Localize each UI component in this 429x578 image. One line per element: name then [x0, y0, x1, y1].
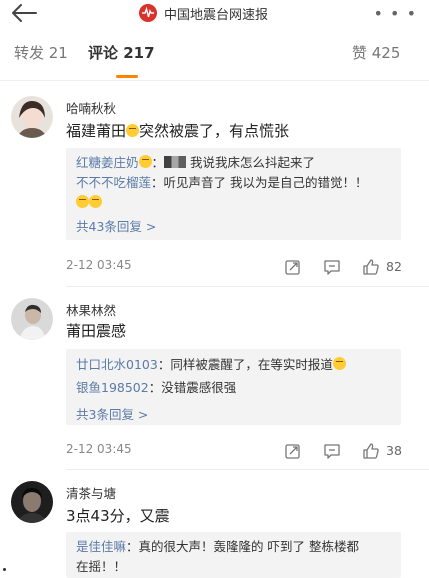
- reply-author[interactable]: 红糖姜庄奶: [76, 155, 139, 170]
- reply-text: 我说我床怎么抖起来了: [190, 155, 316, 170]
- comment-time: 2-12 03:45: [66, 258, 132, 272]
- emoji-icon: [76, 195, 89, 208]
- reply-text: ：真的很大声！轰隆隆的 吓到了 整栋楼都: [126, 539, 359, 554]
- more-replies-link[interactable]: 共43条回复 >: [76, 216, 156, 235]
- emoji-icon: [332, 357, 346, 370]
- page-title: 中国地震台网速报: [164, 7, 269, 23]
- replies-box[interactable]: 红糖姜庄奶： 我说我床怎么抖起来了 不不不吃榴莲：听见声音了 我以为是自己的错觉…: [66, 148, 401, 240]
- tab-bar: 转发 21 评论 217 赞 425: [0, 42, 429, 78]
- comment-meta: 2-12 03:45 38: [66, 442, 406, 462]
- tab-comments[interactable]: 评论 217: [88, 42, 155, 63]
- comment-author[interactable]: 哈喃秋秋: [66, 98, 116, 117]
- comment-text: 福建莆田 突然被震了，有点慌张: [66, 122, 290, 140]
- reply-author[interactable]: 廿口北水0103: [76, 357, 158, 372]
- emoji-icon: [89, 195, 102, 208]
- comment-meta: 2-12 03:45 82: [66, 258, 406, 278]
- comment-author[interactable]: 清茶与塘: [66, 483, 116, 502]
- comment-text: 3点43分，又震: [66, 507, 170, 525]
- reply-author[interactable]: 是佳佳嘛: [76, 539, 126, 554]
- tab-likes[interactable]: 赞 425: [352, 42, 400, 63]
- reply-author[interactable]: 银鱼198502: [76, 380, 149, 395]
- like-count: 82: [386, 259, 402, 274]
- arrow-left-icon[interactable]: [10, 2, 38, 24]
- thumbs-up-icon[interactable]: [362, 258, 380, 276]
- emoji-icon: [126, 124, 140, 137]
- avatar[interactable]: [11, 481, 53, 523]
- comment-icon[interactable]: [323, 258, 341, 276]
- comment-icon[interactable]: [323, 442, 341, 460]
- repost-icon[interactable]: [284, 442, 302, 460]
- divider: [0, 80, 429, 81]
- reply-item: 不不不吃榴莲：听见声音了 我以为是自己的错觉！！: [76, 174, 368, 192]
- more-options-icon[interactable]: • • •: [374, 4, 417, 23]
- replies-box[interactable]: 廿口北水0103：同样被震醒了，在等实时报道 银鱼198502：没错震感很强 共…: [66, 349, 401, 425]
- bullet-dot: [3, 568, 6, 571]
- reply-text: ：同样被震醒了，在等实时报道: [157, 357, 333, 372]
- active-tab-indicator: [116, 75, 138, 78]
- reply-item: 是佳佳嘛：真的很大声！轰隆隆的 吓到了 整栋楼都: [76, 538, 359, 556]
- comment-text: 莆田震感: [66, 322, 127, 340]
- reply-text: 在摇！！: [76, 559, 127, 574]
- reply-item: 红糖姜庄奶： 我说我床怎么抖起来了: [76, 155, 316, 170]
- tab-reposts[interactable]: 转发 21: [14, 42, 68, 63]
- more-replies-link[interactable]: 共3条回复 >: [76, 404, 148, 423]
- comment-author[interactable]: 林果林然: [66, 300, 116, 319]
- emoji-icon: [138, 155, 152, 168]
- reply-item: 银鱼198502：没错震感很强: [76, 379, 236, 397]
- divider: [66, 286, 429, 287]
- top-bar: 中国地震台网速报 • • •: [0, 0, 429, 30]
- like-count: 38: [386, 443, 402, 458]
- divider: [66, 469, 429, 470]
- avatar[interactable]: [11, 96, 53, 138]
- reply-emojis: [76, 194, 102, 212]
- seismic-logo-icon: [139, 4, 157, 22]
- reply-item: 廿口北水0103：同样被震醒了，在等实时报道: [76, 356, 346, 374]
- repost-icon[interactable]: [284, 258, 302, 276]
- header-title-group: 中国地震台网速报: [138, 2, 268, 24]
- thumbs-up-icon[interactable]: [362, 442, 380, 460]
- reply-text: ：没错震感很强: [148, 380, 237, 395]
- replies-box[interactable]: 是佳佳嘛：真的很大声！轰隆隆的 吓到了 整栋楼都 在摇！！: [66, 532, 401, 578]
- reply-author[interactable]: 不不不吃榴莲: [76, 175, 151, 190]
- reply-item-continued: 在摇！！: [76, 558, 126, 576]
- comment-time: 2-12 03:45: [66, 442, 132, 456]
- reply-text: ：听见声音了 我以为是自己的错觉！！: [151, 175, 368, 190]
- redacted-mosaic: [164, 156, 187, 168]
- avatar[interactable]: [11, 298, 53, 340]
